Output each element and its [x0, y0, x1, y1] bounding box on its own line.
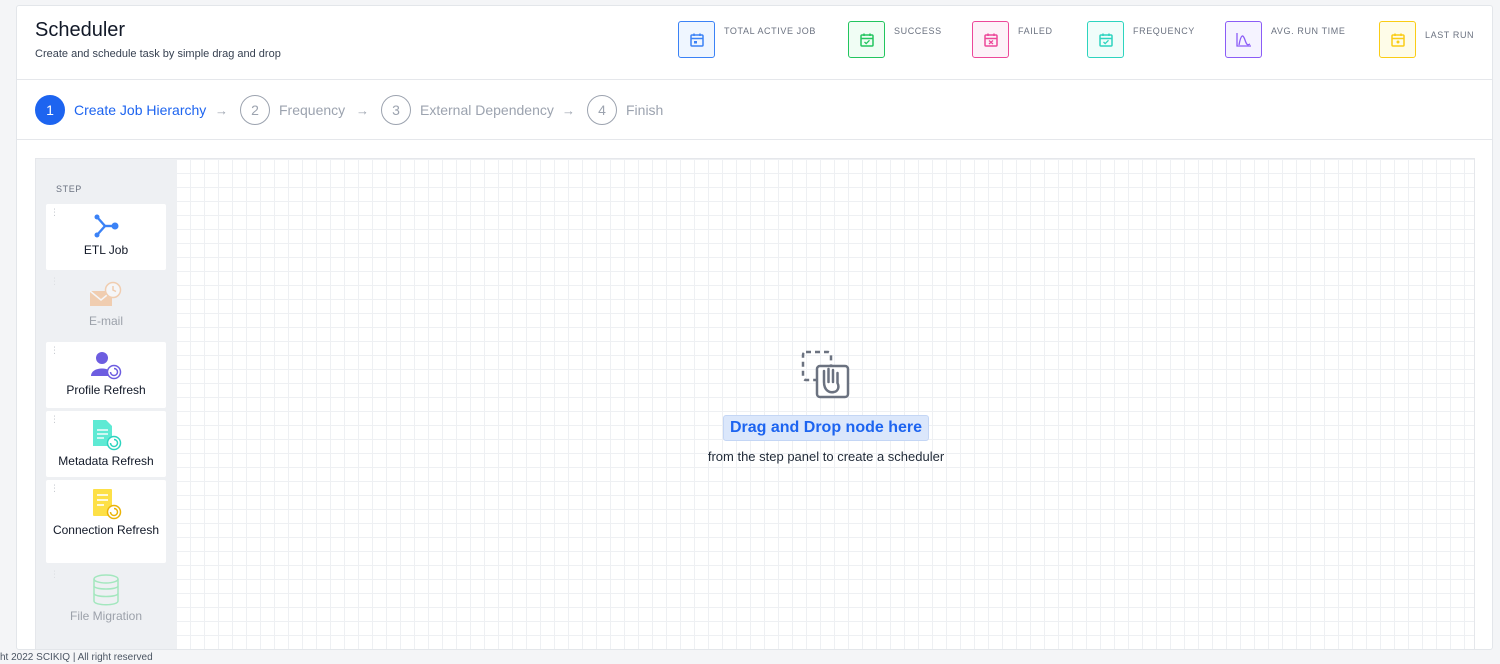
step-number: 2 [240, 95, 270, 125]
stat-label: AVG. RUN TIME [1271, 26, 1346, 36]
node-label: Metadata Refresh [58, 454, 154, 468]
stat-label: LAST RUN [1425, 30, 1475, 40]
chart-curve-icon [1225, 21, 1262, 58]
page-header: Scheduler Create and schedule task by si… [17, 6, 1492, 80]
drag-handle-icon[interactable]: ⋮ [50, 570, 59, 579]
metadata-refresh-icon [93, 420, 122, 451]
drag-hand-icon [801, 350, 850, 399]
stat-frequency: FREQUENCY [1087, 21, 1195, 58]
arrow-right-icon: → [215, 103, 228, 118]
node-label: Connection Refresh [52, 523, 160, 537]
stat-label: TOTAL ACTIVE JOB [724, 26, 816, 36]
step-label: External Dependency [420, 102, 554, 118]
drag-handle-icon[interactable]: ⋮ [50, 277, 59, 286]
email-clock-icon [89, 281, 122, 306]
stat-label: FAILED [1018, 26, 1053, 36]
arrow-right-icon: → [562, 103, 575, 118]
step-frequency[interactable]: 2 Frequency [240, 95, 345, 125]
drag-handle-icon[interactable]: ⋮ [50, 415, 59, 424]
node-label: Profile Refresh [66, 383, 146, 397]
connection-refresh-icon [93, 489, 122, 520]
page-title: Scheduler [35, 19, 126, 41]
step-create-job-hierarchy[interactable]: 1 Create Job Hierarchy [35, 95, 206, 125]
stat-success: SUCCESS [848, 21, 942, 58]
database-icon [93, 574, 119, 606]
etl-branch-icon [94, 214, 119, 238]
node-email[interactable]: ⋮ E-mail [46, 273, 166, 339]
calendar-x-icon [972, 21, 1009, 58]
drag-handle-icon[interactable]: ⋮ [50, 346, 59, 355]
arrow-right-icon: → [356, 103, 369, 118]
copyright-footer: ht 2022 SCIKIQ | All right reserved [0, 652, 153, 663]
node-metadata-refresh[interactable]: ⋮ Metadata Refresh [46, 411, 166, 477]
node-connection-refresh[interactable]: ⋮ Connection Refresh [46, 480, 166, 563]
step-number: 1 [35, 95, 65, 125]
drop-zone[interactable]: Drag and Drop node here from the step pa… [676, 349, 976, 464]
calendar-check-icon [848, 21, 885, 58]
stat-total-active-job: TOTAL ACTIVE JOB [678, 21, 816, 58]
step-external-dependency[interactable]: 3 External Dependency [381, 95, 554, 125]
stat-label: SUCCESS [894, 26, 942, 36]
step-label: Create Job Hierarchy [74, 102, 207, 118]
node-etl-job[interactable]: ⋮ ETL Job [46, 204, 166, 270]
step-panel: STEP ⋮ ETL Job ⋮ E-mail ⋮ Profile Refres… [36, 159, 177, 649]
drag-handle-icon[interactable]: ⋮ [50, 484, 59, 493]
scheduler-app: Scheduler Create and schedule task by si… [16, 5, 1493, 650]
node-profile-refresh[interactable]: ⋮ Profile Refresh [46, 342, 166, 408]
stat-label: FREQUENCY [1133, 26, 1195, 36]
stat-last-run: LAST RUN [1379, 21, 1474, 58]
page-subtitle: Create and schedule task by simple drag … [35, 48, 281, 60]
step-finish[interactable]: 4 Finish [587, 95, 663, 125]
calendar-check-icon [1087, 21, 1124, 58]
node-file-migration[interactable]: ⋮ File Migration [46, 566, 166, 632]
node-label: ETL Job [83, 243, 129, 257]
calendar-icon [678, 21, 715, 58]
step-panel-title: STEP [56, 184, 82, 194]
step-label: Finish [626, 102, 664, 118]
drop-zone-title: Drag and Drop node here [722, 415, 930, 441]
drag-handle-icon[interactable]: ⋮ [50, 208, 59, 217]
profile-refresh-icon [91, 352, 122, 380]
node-label: E-mail [88, 314, 123, 328]
step-number: 3 [381, 95, 411, 125]
drop-zone-subtitle: from the step panel to create a schedule… [707, 449, 945, 464]
scheduler-canvas[interactable]: STEP ⋮ ETL Job ⋮ E-mail ⋮ Profile Refres… [35, 158, 1475, 649]
stat-failed: FAILED [972, 21, 1053, 58]
step-number: 4 [587, 95, 617, 125]
calendar-dot-icon [1379, 21, 1416, 58]
node-label: File Migration [69, 609, 143, 623]
step-label: Frequency [279, 102, 346, 118]
stat-avg-run-time: AVG. RUN TIME [1225, 21, 1345, 58]
job-stepper: 1 Create Job Hierarchy → 2 Frequency → 3… [17, 81, 1492, 140]
